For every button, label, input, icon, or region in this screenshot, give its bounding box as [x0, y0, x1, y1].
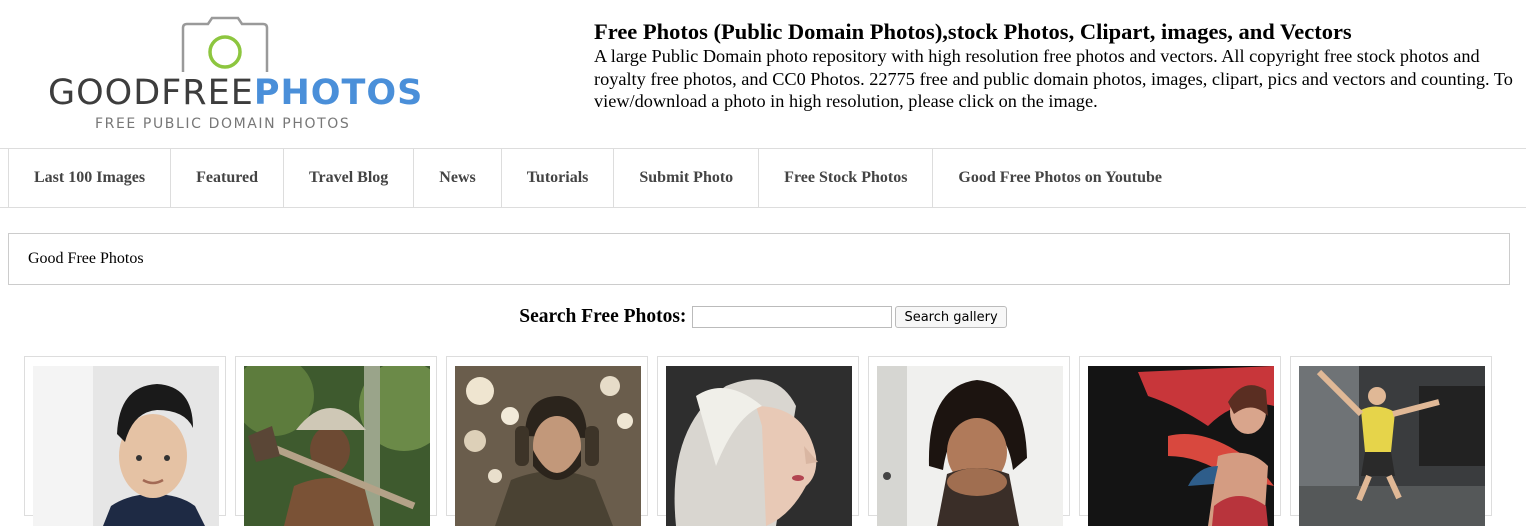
main-nav: Last 100 Images Featured Travel Blog New… [0, 148, 1526, 208]
site-title: Free Photos (Public Domain Photos),stock… [594, 19, 1352, 44]
gallery-thumbnail[interactable] [24, 356, 226, 526]
logo-wordmark: GOODFREEPHOTOS [48, 76, 423, 111]
gallery-thumbnail[interactable] [868, 356, 1070, 526]
nav-item-travel-blog[interactable]: Travel Blog [284, 149, 415, 207]
nav-item-youtube[interactable]: Good Free Photos on Youtube [933, 149, 1187, 207]
nav-item-featured[interactable]: Featured [171, 149, 285, 207]
photo-bearded-man-coat[interactable] [455, 366, 641, 526]
breadcrumb: Good Free Photos [8, 233, 1510, 285]
nav-item-tutorials[interactable]: Tutorials [502, 149, 615, 207]
search-input[interactable] [692, 306, 893, 328]
search-bar: Search Free Photos: Search gallery [0, 306, 1526, 328]
nav-item-news[interactable]: News [414, 149, 502, 207]
gallery-thumbnail[interactable] [446, 356, 648, 526]
gallery-thumbnail[interactable] [235, 356, 437, 526]
gallery-thumbnail[interactable] [1079, 356, 1281, 526]
site-description: A large Public Domain photo repository w… [594, 46, 1513, 111]
search-gallery-button[interactable]: Search gallery [895, 306, 1007, 328]
breadcrumb-home[interactable]: Good Free Photos [28, 250, 144, 268]
logo-tagline: FREE PUBLIC DOMAIN PHOTOS [95, 116, 351, 132]
site-intro: Free Photos (Public Domain Photos),stock… [594, 18, 1514, 113]
photo-dancer-red-scarf[interactable] [1088, 366, 1274, 526]
site-logo[interactable]: GOODFREEPHOTOS FREE PUBLIC DOMAIN PHOTOS [48, 16, 422, 136]
logo-word-good: GOODFREE [48, 73, 254, 113]
nav-item-submit-photo[interactable]: Submit Photo [614, 149, 760, 207]
photo-woman-hands-face[interactable] [877, 366, 1063, 526]
photo-gallery [24, 356, 1504, 526]
nav-item-free-stock-photos[interactable]: Free Stock Photos [759, 149, 934, 207]
gallery-thumbnail[interactable] [1290, 356, 1492, 526]
site-header: GOODFREEPHOTOS FREE PUBLIC DOMAIN PHOTOS… [0, 0, 1526, 148]
logo-word-photos: PHOTOS [253, 73, 424, 113]
photo-old-man-with-hat[interactable] [244, 366, 430, 526]
search-label: Search Free Photos: [519, 306, 687, 327]
nav-item-last-100-images[interactable]: Last 100 Images [8, 149, 172, 207]
gallery-thumbnail[interactable] [657, 356, 859, 526]
photo-man-portrait[interactable] [33, 366, 219, 526]
photo-skateboarder-jump[interactable] [1299, 366, 1485, 526]
photo-blonde-woman-profile[interactable] [666, 366, 852, 526]
camera-icon [181, 16, 269, 72]
